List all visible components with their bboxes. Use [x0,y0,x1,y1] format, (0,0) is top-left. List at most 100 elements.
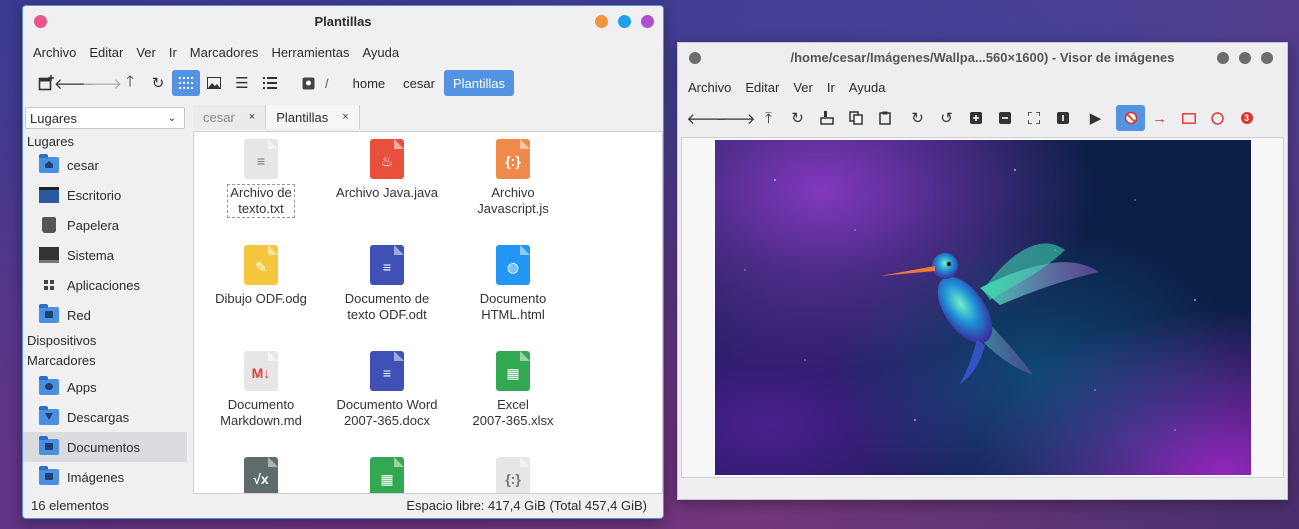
rotate-left-icon[interactable]: ↺ [932,105,961,131]
menu-ir[interactable]: Ir [169,45,177,60]
forward-arrow-icon[interactable]: 🡒 [82,70,122,96]
minimize-window-dot[interactable] [1217,52,1229,64]
file-item[interactable]: ≡ Documento Word 2007-365.docx [322,351,452,429]
file-name-line2: Markdown.md [220,413,302,428]
sidebar-item-label: cesar [67,157,99,173]
close-icon[interactable]: × [249,111,255,123]
list-view-icon[interactable] [256,70,284,96]
rotate-right-icon[interactable]: ↻ [903,105,932,131]
file-type-glyph: ≡ [382,365,392,381]
file-item[interactable]: ♨ Archivo Java.java [322,139,452,201]
sticky-window-dot[interactable] [641,15,654,28]
rectangle-annotation-icon[interactable] [1174,105,1203,131]
menu-archivo[interactable]: Archivo [33,45,76,60]
file-name-line1: Archivo Java.java [336,185,438,200]
upload-icon[interactable]: ⤒ [754,105,783,131]
menu-ir[interactable]: Ir [827,80,835,95]
menu-editar[interactable]: Editar [89,45,123,60]
minimize-window-dot[interactable] [595,15,608,28]
file-item[interactable]: ▦ [322,457,452,493]
file-item[interactable]: √x [196,457,326,493]
image-canvas[interactable] [681,137,1284,478]
arrow-annotation-icon[interactable]: → [1145,105,1174,131]
sidebar-item-sistema[interactable]: Sistema [23,240,187,270]
sidebar-item-imagenes[interactable]: Imágenes [23,462,187,492]
sidebar-item-cesar[interactable]: cesar [23,150,187,180]
file-item[interactable]: M↓ Documento Markdown.md [196,351,326,429]
reload-icon[interactable]: ↻ [144,70,172,96]
desktop-icon [39,187,59,203]
maximize-window-dot[interactable] [1239,52,1251,64]
up-arrow-icon[interactable]: 🡑 [116,70,144,96]
menu-editar[interactable]: Editar [745,80,779,95]
chevron-down-icon: ⌄ [167,112,176,124]
sidebar-item-documentos[interactable]: Documentos [23,432,187,462]
maximize-window-dot[interactable] [618,15,631,28]
close-icon[interactable]: × [342,111,348,123]
sidebar-item-escritorio[interactable]: Escritorio [23,180,187,210]
sidebar-mode-select[interactable]: Lugares ⌄ [25,107,185,129]
sidebar-item-label: Escritorio [67,187,122,203]
root-icon[interactable] [294,70,322,96]
breadcrumb-plantillas[interactable]: Plantillas [443,70,514,96]
menu-ayuda[interactable]: Ayuda [362,45,399,60]
copy-icon[interactable] [841,105,870,131]
image-viewer-titlebar[interactable]: /home/cesar/Imágenes/Wallpa...560×1600) … [678,43,1287,73]
menu-ver[interactable]: Ver [136,45,156,60]
compact-view-icon[interactable]: ☰ [228,70,256,96]
zoom-out-icon[interactable] [990,105,1019,131]
tab-cesar[interactable]: cesar × [193,105,267,129]
menu-marcadores[interactable]: Marcadores [190,45,259,60]
file-item[interactable]: ▦ Excel 2007-365.xlsx [448,351,578,429]
file-name: Excel 2007-365.xlsx [448,397,578,429]
file-name-line1: Documento de [344,291,430,306]
hummingbird-illustration [744,169,1196,431]
file-item[interactable]: ≡ Archivo de texto.txt [196,139,326,218]
breadcrumb-root[interactable]: / [322,76,332,91]
zoom-in-icon[interactable] [961,105,990,131]
sticky-window-dot[interactable] [1261,52,1273,64]
file-type-icon: ♨ [370,139,404,179]
sidebar-item-papelera[interactable]: Papelera [23,210,187,240]
thumbnail-view-icon[interactable] [200,70,228,96]
sidebar-item-descargas[interactable]: Descargas [23,402,187,432]
sidebar-item-label: Descargas [67,409,130,425]
tab-plantillas[interactable]: Plantillas × [266,105,360,129]
no-annotation-icon[interactable] [1116,105,1145,131]
sidebar-item-apps[interactable]: Apps [23,372,187,402]
original-size-icon[interactable] [1048,105,1077,131]
number-annotation-icon[interactable]: 3 [1232,105,1261,131]
file-manager-titlebar[interactable]: Plantillas [23,6,663,38]
menu-herramientas[interactable]: Herramientas [271,45,349,60]
save-icon[interactable] [812,105,841,131]
menu-bar: Archivo Editar Ver Ir Ayuda [678,73,1287,101]
file-item[interactable]: ≡ Documento de texto ODF.odt [322,245,452,323]
sidebar-item-label: Red [67,307,91,323]
file-item[interactable]: ✎ Dibujo ODF.odg [196,245,326,307]
file-type-icon: {:} [496,457,530,493]
menu-ayuda[interactable]: Ayuda [849,80,886,95]
reload-icon[interactable]: ↻ [783,105,812,131]
file-name: Documento de texto ODF.odt [322,291,452,323]
circle-annotation-icon[interactable] [1203,105,1232,131]
slideshow-icon[interactable]: ▶ [1081,105,1110,131]
file-name-line1: Excel [497,397,529,412]
home-folder-icon [39,154,59,173]
forward-arrow-icon[interactable]: 🡒 [715,105,755,131]
file-item[interactable]: ◍ Documento HTML.html [448,245,578,323]
menu-archivo[interactable]: Archivo [688,80,731,95]
sidebar-item-red[interactable]: Red [23,300,187,330]
file-item[interactable]: {:} [448,457,578,493]
icon-view-icon[interactable] [172,70,200,96]
file-view[interactable]: ≡ Archivo de texto.txt ♨ Archivo Java.java {:… [193,131,663,494]
file-item[interactable]: {:} Archivo Javascript.js [448,139,578,217]
fit-icon[interactable] [1019,105,1048,131]
file-name: Documento Markdown.md [196,397,326,429]
file-name-line2: 2007-365.xlsx [472,413,554,428]
sidebar-item-aplicaciones[interactable]: Aplicaciones [23,270,187,300]
menu-ver[interactable]: Ver [793,80,813,95]
images-folder-icon [39,466,59,485]
paste-icon[interactable] [870,105,899,131]
breadcrumb-home[interactable]: home [344,70,395,96]
breadcrumb-cesar[interactable]: cesar [394,70,444,96]
